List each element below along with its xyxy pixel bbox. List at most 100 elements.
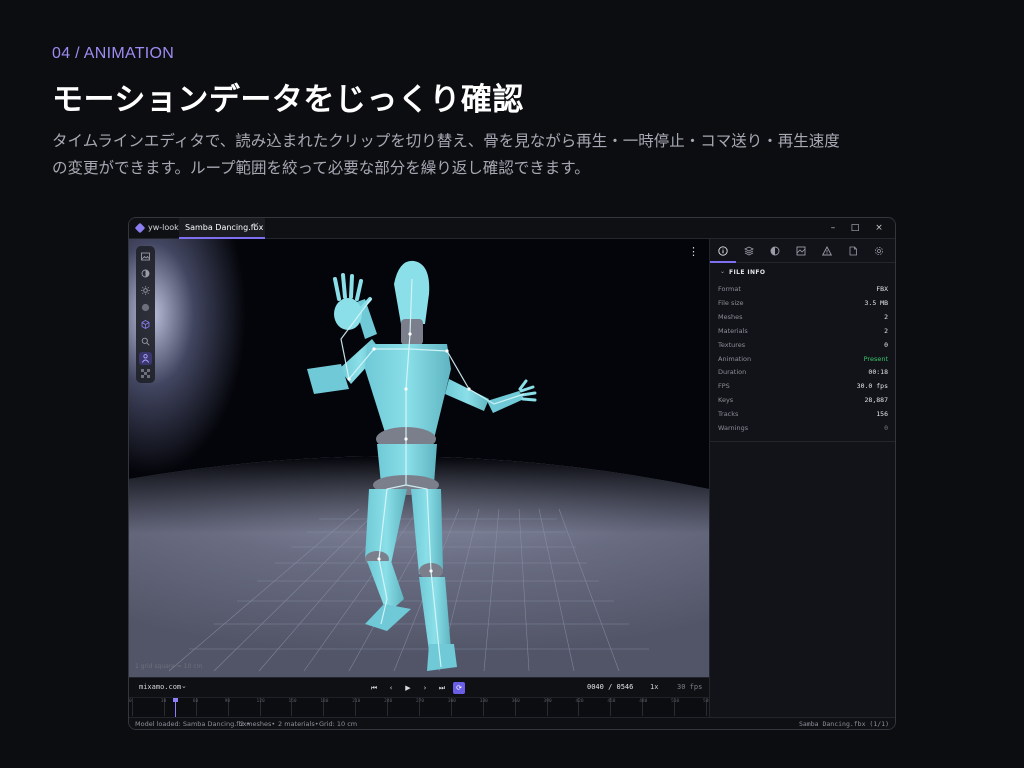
info-value: 156: [876, 410, 888, 419]
timeline-tick-label: 450: [607, 699, 616, 704]
transport-bar: mixamo.com ⌄ ⏮ ‹ ▶ › ⏭ ⟳ 0040 / 0546 1x …: [129, 677, 709, 697]
collapse-chevron-icon[interactable]: ⌄: [720, 268, 725, 275]
first-frame-button[interactable]: ⏮: [368, 682, 380, 694]
person-icon: [141, 354, 150, 363]
sun-icon: [141, 286, 150, 295]
tab-info[interactable]: [710, 239, 736, 263]
description-line: の変更ができます。ループ範囲を絞って必要な部分を繰り返し確認できます。: [52, 159, 590, 177]
info-value: 2: [884, 326, 888, 335]
frame-counter: 0040 / 0546: [587, 683, 634, 691]
checker-tool-button[interactable]: [139, 367, 152, 380]
tab-close-icon[interactable]: ×: [252, 221, 260, 231]
3d-viewport[interactable]: ⋮ 1 grid square = 10 cm: [129, 239, 709, 677]
viewport-toolbar: [136, 246, 155, 383]
cube-tool-button[interactable]: [139, 318, 152, 331]
info-icon: [718, 246, 728, 256]
info-row-format: Format FBX: [718, 282, 888, 296]
cube-icon: [141, 320, 150, 329]
info-key: Duration: [718, 368, 747, 377]
tab-texture[interactable]: [788, 239, 814, 263]
divider: [710, 441, 895, 442]
loop-toggle-button[interactable]: ⟳: [453, 682, 465, 694]
texture-icon: [796, 246, 806, 256]
info-value: 30.0 fps: [856, 382, 888, 391]
skeleton-tool-button[interactable]: [139, 352, 152, 365]
timeline-tick-label: 510: [671, 699, 680, 704]
timeline-tick-label: 420: [575, 699, 584, 704]
search-icon: [141, 337, 150, 346]
info-row-fps: FPS 30.0 fps: [718, 379, 888, 393]
page-description: タイムラインエディタで、読み込まれたクリップを切り替え、骨を見ながら再生・一時停…: [52, 128, 982, 182]
file-info-heading[interactable]: FILE INFO: [729, 269, 765, 276]
info-row-keys: Keys 28,887: [718, 393, 888, 407]
minimize-button[interactable]: –: [827, 221, 839, 235]
tab-settings[interactable]: [866, 239, 892, 263]
playhead-handle[interactable]: [172, 698, 178, 702]
status-materials: 2 materials•: [278, 720, 319, 728]
play-button[interactable]: ▶: [402, 682, 414, 694]
timeline-tick-label: 330: [479, 699, 488, 704]
tab-material[interactable]: [762, 239, 788, 263]
image-icon: [141, 252, 150, 261]
sphere-tool-button[interactable]: [139, 301, 152, 314]
tab-warnings[interactable]: [814, 239, 840, 263]
playback-speed[interactable]: 1x: [650, 683, 658, 691]
fps-readout: 30 fps: [677, 683, 703, 691]
scene-render: [129, 260, 709, 677]
timeline-tick-label: 210: [352, 699, 361, 704]
settings-icon: [875, 247, 883, 255]
light-tool-button[interactable]: [139, 284, 152, 297]
info-key: Format: [718, 285, 741, 293]
close-window-button[interactable]: ×: [873, 221, 885, 235]
info-value: 0: [884, 340, 888, 349]
maximize-button[interactable]: □: [849, 221, 861, 235]
status-model: Model loaded: Samba Dancing.fbx•: [135, 720, 251, 728]
info-key: Textures: [718, 340, 746, 349]
tab-samba-dancing[interactable]: Samba Dancing.fbx ×: [179, 218, 265, 239]
image-tool-button[interactable]: [139, 250, 152, 263]
inspector-tabs: [710, 239, 895, 263]
timeline-tick-label: 240: [384, 699, 393, 704]
info-row-materials: Materials 2: [718, 324, 888, 338]
circle-icon: [141, 269, 150, 278]
info-key: FPS: [718, 382, 730, 391]
timeline-tick-label: 90: [224, 699, 231, 704]
timeline-tick-label: 30: [160, 699, 167, 704]
viewport-menu-icon[interactable]: ⋮: [688, 246, 699, 257]
info-value: 3.5 MB: [864, 298, 888, 307]
material-icon: [770, 246, 780, 256]
app-logo-icon: [134, 222, 146, 234]
tab-file[interactable]: [840, 239, 866, 263]
file-icon: [849, 246, 857, 256]
section-label: 04 / ANIMATION: [52, 45, 175, 62]
info-key: Materials: [718, 326, 748, 335]
status-meshes: 2 meshes•: [240, 720, 276, 728]
title-bar: yw-look Samba Dancing.fbx × – □ ×: [129, 218, 895, 239]
prev-frame-button[interactable]: ‹: [385, 682, 397, 694]
info-row-animation: Animation Present: [718, 352, 888, 366]
timeline-ruler[interactable]: 0 30 60 90 120 150 180 210 240 270 300 330 360 390 420…: [129, 697, 711, 718]
info-key: Tracks: [718, 410, 739, 419]
info-row-file-size: File size 3.5 MB: [718, 296, 888, 310]
info-key: File size: [718, 298, 744, 307]
info-value: 2: [884, 312, 888, 321]
timeline-tick: [132, 698, 133, 716]
inspector-panel: ⌄ FILE INFO Format FBX File size 3.5 MB Mesh…: [709, 239, 895, 717]
tab-layers[interactable]: [736, 239, 762, 263]
chevron-down-icon[interactable]: ⌄: [181, 682, 187, 690]
info-key: Meshes: [718, 312, 743, 321]
info-row-tracks: Tracks 156: [718, 407, 888, 421]
info-key: Animation: [718, 354, 752, 363]
source-selector[interactable]: mixamo.com: [139, 683, 181, 691]
info-key: Warnings: [718, 424, 749, 432]
info-row-duration: Duration 00:18: [718, 365, 888, 379]
circle-tool-button[interactable]: [139, 267, 152, 280]
status-file: Samba Dancing.fbx (1/1): [798, 720, 889, 728]
search-tool-button[interactable]: [139, 335, 152, 348]
status-bar: Model loaded: Samba Dancing.fbx• 2 meshe…: [129, 717, 895, 729]
timeline-tick-label: 0: [129, 699, 132, 704]
warning-icon: [822, 246, 832, 256]
grid-scale-note: 1 grid square = 10 cm: [135, 663, 203, 670]
last-frame-button[interactable]: ⏭: [436, 682, 448, 694]
next-frame-button[interactable]: ›: [419, 682, 431, 694]
